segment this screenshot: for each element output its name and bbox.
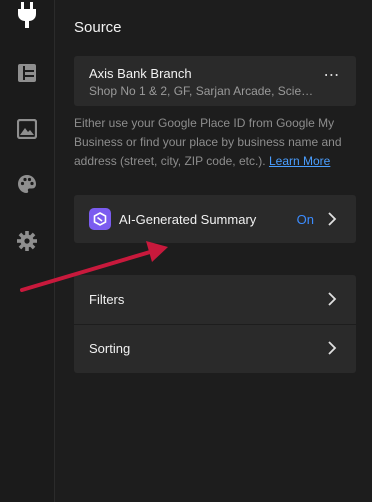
sidebar-rail: [0, 0, 55, 502]
filters-label: Filters: [89, 292, 125, 307]
more-options-icon[interactable]: ⋯: [322, 68, 342, 90]
chevron-right-icon: [328, 292, 337, 306]
ai-summary-label: AI-Generated Summary: [119, 212, 257, 227]
source-place-card[interactable]: Axis Bank Branch Shop No 1 & 2, GF, Sarj…: [74, 56, 356, 106]
ai-summary-logo-icon: [89, 208, 111, 230]
plug-icon[interactable]: [14, 2, 40, 28]
source-name: Axis Bank Branch: [89, 66, 192, 81]
options-group: Filters Sorting: [74, 275, 356, 373]
chevron-right-icon: [328, 341, 337, 355]
panel-title: Source: [74, 19, 122, 36]
settings-panel: Source Axis Bank Branch Shop No 1 & 2, G…: [56, 0, 372, 502]
ai-summary-row[interactable]: AI-Generated Summary On: [74, 195, 356, 243]
palette-icon[interactable]: [14, 171, 40, 197]
image-icon[interactable]: [14, 116, 40, 142]
ai-summary-status: On: [296, 212, 314, 227]
chevron-right-icon: [328, 212, 337, 226]
filters-row[interactable]: Filters: [74, 275, 356, 324]
learn-more-link[interactable]: Learn More: [269, 154, 330, 168]
layout-icon[interactable]: [14, 60, 40, 86]
source-help-text: Either use your Google Place ID from Goo…: [74, 114, 356, 171]
source-address: Shop No 1 & 2, GF, Sarjan Arcade, Scienc…: [89, 84, 314, 98]
gear-icon[interactable]: [14, 228, 40, 254]
sorting-label: Sorting: [89, 341, 131, 356]
sorting-row[interactable]: Sorting: [74, 324, 356, 373]
